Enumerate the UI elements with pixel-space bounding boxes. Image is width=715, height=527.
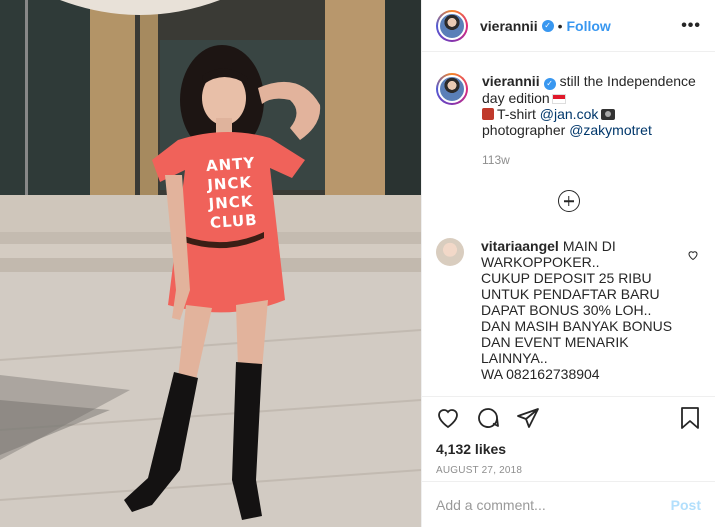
more-icon[interactable]: ••• <box>681 17 701 35</box>
mention-link[interactable]: @zakymotret <box>569 122 652 138</box>
comment-like-heart-icon[interactable] <box>687 248 699 266</box>
follow-button[interactable]: Follow <box>567 18 611 34</box>
post-photo[interactable]: ANTY JNCK JNCK CLUB <box>0 0 421 527</box>
post-date[interactable]: AUGUST 27, 2018 <box>436 465 701 476</box>
caption-username[interactable]: vierannii <box>482 73 540 89</box>
author-avatar[interactable] <box>436 9 468 42</box>
heart-icon[interactable] <box>436 406 460 430</box>
comment-line: DAN EVENT MENARIK <box>481 334 629 350</box>
comment-icon[interactable] <box>476 406 500 430</box>
photo-scene <box>0 0 421 527</box>
comment-line: CUKUP DEPOSIT 25 RIBU <box>481 270 652 286</box>
post-actions: 4,132 likes AUGUST 27, 2018 <box>422 396 715 476</box>
post-header: vierannii ✓ • Follow ••• <box>422 0 715 52</box>
verified-icon: ✓ <box>543 78 556 90</box>
comment-line: WA 082162738904 <box>481 366 600 382</box>
comment-item: vitariaangel MAIN DI WARKOPPOKER.. CUKUP … <box>436 238 701 382</box>
commenter-avatar[interactable] <box>436 238 464 266</box>
comment-line: UNTUK PENDAFTAR BARU <box>481 286 660 302</box>
commenter-username[interactable]: vitariaangel <box>481 238 559 254</box>
header-separator: • <box>557 17 563 34</box>
comment-line: LAINNYA.. <box>481 350 548 366</box>
camera-icon <box>601 109 616 120</box>
comment-line: MAIN DI <box>562 238 616 254</box>
likes-count[interactable]: 4,132 likes <box>436 441 701 457</box>
shirt-print: ANTY JNCK JNCK CLUB <box>205 153 270 233</box>
caption: vierannii ✓ still the Independence day edi… <box>436 53 701 168</box>
comment-line: DAPAT BONUS 30% LOH.. <box>481 302 652 318</box>
share-icon[interactable] <box>516 406 540 430</box>
comment-input[interactable] <box>436 496 671 513</box>
bookmark-icon[interactable] <box>679 406 701 430</box>
comments-section[interactable]: vierannii ✓ still the Independence day edi… <box>422 53 715 395</box>
caption-time[interactable]: 113w <box>482 152 701 168</box>
caption-body: vierannii ✓ still the Independence day edi… <box>482 73 701 168</box>
caption-photographer-label: photographer <box>482 122 566 138</box>
post-comment-button[interactable]: Post <box>671 497 701 513</box>
comment-line: DAN MASIH BANYAK BONUS <box>481 318 673 334</box>
action-icons <box>436 397 701 439</box>
verified-icon: ✓ <box>541 19 554 32</box>
caption-avatar[interactable] <box>436 73 468 105</box>
tshirt-icon <box>482 108 494 120</box>
comment-body: vitariaangel MAIN DI WARKOPPOKER.. CUKUP … <box>481 238 701 382</box>
mention-link[interactable]: @jan.cok <box>540 106 599 122</box>
add-comment-icon[interactable] <box>557 190 580 212</box>
caption-tshirt-label: T-shirt <box>497 106 536 122</box>
author-username[interactable]: vierannii <box>480 18 538 34</box>
load-more-comments[interactable] <box>436 190 701 212</box>
comment-line: WARKOPPOKER.. <box>481 254 600 270</box>
add-comment-bar: Post <box>422 481 715 527</box>
post-side-panel: vierannii ✓ • Follow ••• vierannii ✓ still… <box>421 0 715 527</box>
indonesia-flag-icon <box>551 94 566 105</box>
